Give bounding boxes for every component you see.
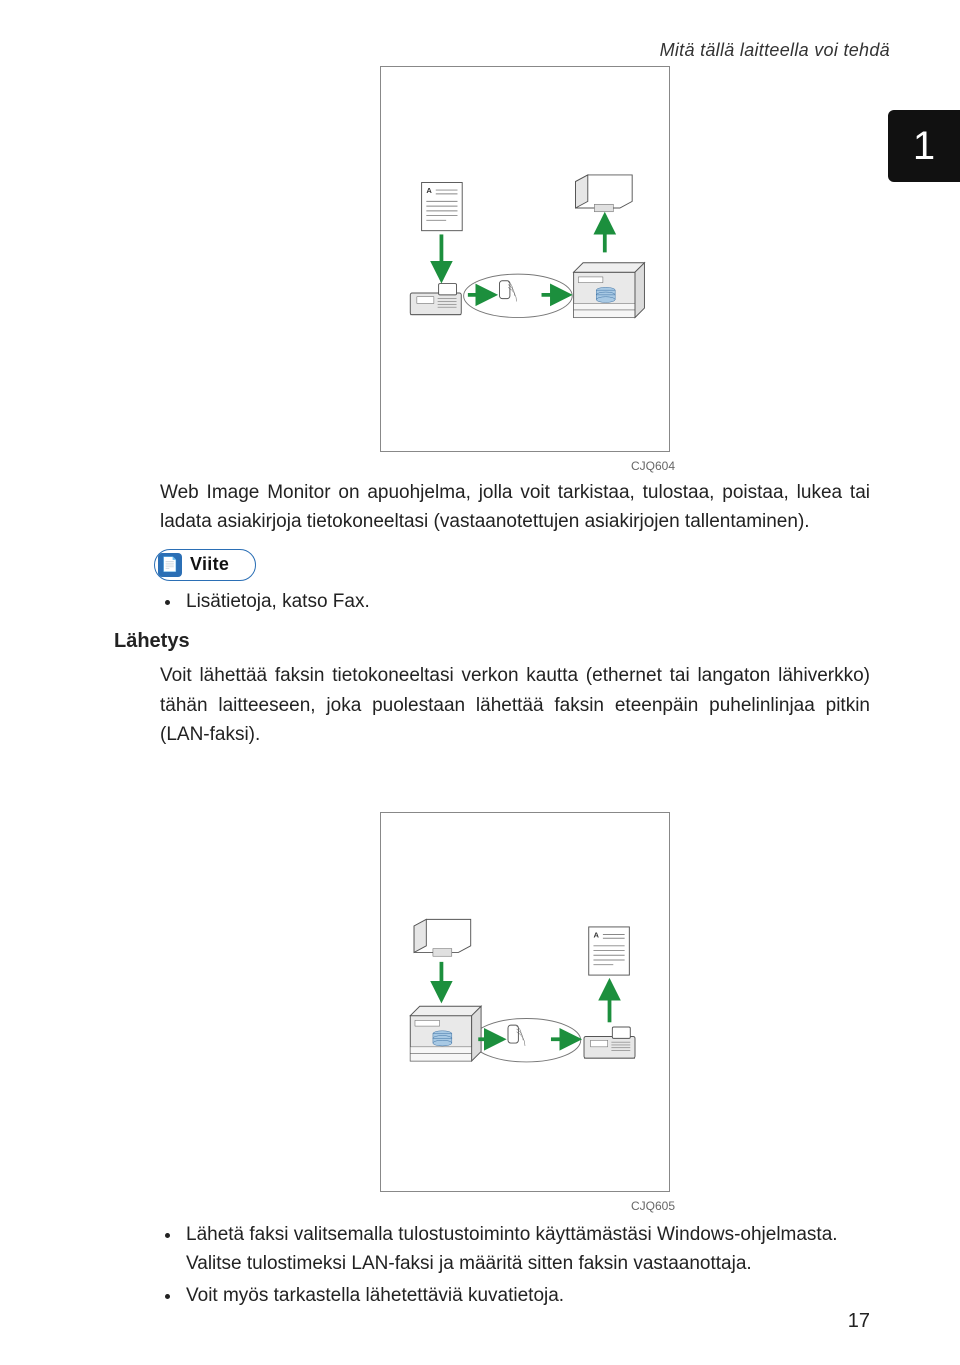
document-icon: A [422, 183, 463, 231]
figure-1-code: CJQ604 [631, 459, 675, 473]
reference-icon: 📄 [158, 553, 182, 577]
fax-icon [410, 284, 461, 315]
phone-icon [508, 1025, 525, 1046]
diagram-receive-fax: A [381, 67, 669, 451]
paragraph-web-image-monitor: Web Image Monitor on apuohjelma, jolla v… [120, 478, 870, 537]
page-header: Mitä tällä laitteella voi tehdä [660, 40, 890, 61]
paragraph-send: Voit lähettää faksin tietokoneeltasi ver… [120, 661, 870, 749]
reference-item: Lisätietoja, katso Fax. [182, 587, 870, 616]
diagram-lan-fax: A [381, 813, 669, 1191]
bullet-preview: Voit myös tarkastella lähetettäviä kuvat… [182, 1281, 870, 1310]
reference-pill: 📄 Viite [154, 549, 256, 581]
monitor-icon [576, 175, 633, 212]
phone-icon [500, 281, 517, 302]
send-heading: Lähetys [114, 626, 870, 657]
page-number: 17 [848, 1310, 870, 1333]
content-block-1: Web Image Monitor on apuohjelma, jolla v… [120, 474, 870, 754]
figure-2-code: CJQ605 [631, 1199, 675, 1213]
document-icon: A [589, 927, 630, 975]
figure-2: A CJQ605 [380, 812, 670, 1192]
monitor-icon [414, 919, 471, 956]
reference-label: Viite [190, 551, 229, 579]
content-block-2: Lähetä faksi valitsemalla tulostustoimin… [120, 1214, 870, 1316]
svg-text:A: A [426, 186, 432, 195]
multifunction-printer-icon [410, 1006, 481, 1061]
section-number-badge: 1 [888, 110, 960, 182]
svg-text:A: A [593, 930, 599, 939]
fax-icon [584, 1027, 635, 1058]
figure-1: A [380, 66, 670, 452]
multifunction-printer-icon [574, 263, 645, 318]
bullet-send-fax: Lähetä faksi valitsemalla tulostustoimin… [182, 1220, 870, 1279]
